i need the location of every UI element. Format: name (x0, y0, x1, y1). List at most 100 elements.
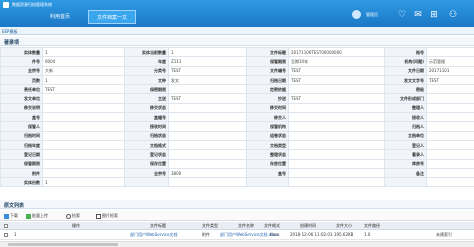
field-value[interactable] (42, 149, 125, 160)
field-value[interactable] (288, 177, 385, 188)
field-label: 移交时间 (246, 102, 289, 114)
user-name[interactable]: 管理员 (366, 12, 378, 18)
col-title: 文件标题 (150, 223, 166, 228)
field-value[interactable] (426, 121, 474, 132)
heart-icon[interactable]: ♡ (396, 9, 408, 21)
select-all-checkbox[interactable] (4, 224, 8, 228)
row-format: docx (270, 232, 280, 237)
field-value[interactable] (168, 149, 247, 160)
field-value[interactable]: 3800 (168, 167, 247, 179)
field-value[interactable]: TEST (426, 74, 474, 86)
field-label: 文件日期 (384, 65, 427, 76)
form-row: 盒号 盒幅号 移交人 接收人 (0, 112, 474, 123)
field-value[interactable] (168, 130, 247, 141)
search-button[interactable]: 检索 (66, 213, 80, 219)
field-label: 归档状态 (124, 130, 169, 141)
field-label: 文件标题 (246, 46, 289, 58)
field-value[interactable] (288, 139, 385, 151)
field-value[interactable]: 1 (42, 177, 125, 188)
field-value[interactable] (426, 112, 474, 123)
field-value[interactable] (288, 112, 385, 123)
field-value[interactable]: 1 (168, 46, 247, 58)
field-value[interactable]: 1 (42, 74, 125, 86)
field-value[interactable]: 1 (42, 46, 125, 58)
field-label: 保管人 (0, 121, 43, 132)
field-value[interactable] (42, 112, 125, 123)
field-value[interactable]: 20171106TEST00000000 (288, 46, 385, 58)
field-value[interactable] (426, 84, 474, 95)
field-value[interactable] (42, 139, 125, 151)
field-value[interactable]: 0004 (42, 56, 125, 67)
field-value[interactable]: TEST (288, 65, 385, 76)
field-value[interactable] (288, 102, 385, 114)
field-value[interactable] (288, 167, 385, 179)
field-value[interactable] (426, 158, 474, 169)
field-label: 登记人 (384, 139, 427, 151)
attachments-title: 原文列表 (4, 203, 25, 209)
horizontal-scrollbar[interactable] (0, 241, 474, 247)
row-size: 195.62KB (334, 232, 354, 237)
field-value[interactable] (42, 93, 125, 104)
scrollbar-thumb[interactable] (8, 243, 118, 246)
row-title-link[interactable]: 部门用户WebService文档 (130, 232, 178, 238)
field-value[interactable] (168, 84, 247, 95)
field-value[interactable] (288, 149, 385, 160)
form-row: 移交说明 移交状态 移交时间 整理人 (0, 102, 474, 114)
field-label: 归档日期 (246, 74, 289, 86)
field-value[interactable] (168, 121, 247, 132)
field-value[interactable] (426, 46, 474, 58)
field-value[interactable] (288, 121, 385, 132)
field-label (124, 177, 169, 188)
field-value[interactable] (426, 130, 474, 141)
row-checkbox[interactable] (4, 233, 8, 237)
row-version: 1.0 (364, 232, 371, 237)
field-value[interactable] (42, 158, 125, 169)
field-value[interactable] (288, 84, 385, 95)
field-value[interactable]: TEST (42, 84, 125, 95)
field-value[interactable] (42, 130, 125, 141)
field-value[interactable] (42, 167, 125, 179)
field-value[interactable] (426, 93, 474, 104)
avatar[interactable] (352, 10, 361, 19)
field-value[interactable]: TEST (288, 93, 385, 104)
field-value[interactable]: TEST (168, 65, 247, 76)
field-value[interactable]: Z111 (168, 56, 247, 67)
field-value[interactable] (426, 149, 474, 160)
field-value[interactable] (42, 121, 125, 132)
field-label: 著录人 (384, 149, 427, 160)
field-value[interactable] (168, 139, 247, 151)
field-label: 分类号 (124, 65, 169, 76)
tab-archive-detail[interactable]: 文件档案一文 (88, 10, 136, 24)
field-value[interactable] (426, 139, 474, 151)
cart-icon[interactable]: ⊞ (428, 9, 440, 21)
field-value[interactable] (168, 112, 247, 123)
tab-home[interactable]: 利用首页 (36, 10, 84, 24)
field-value[interactable] (168, 158, 247, 169)
field-value[interactable]: 至期10年 (288, 56, 385, 67)
field-value[interactable]: 发文 (168, 74, 247, 86)
field-value[interactable]: TEST (288, 74, 385, 86)
image-search-button[interactable]: 图片检索 (96, 213, 118, 219)
field-value[interactable]: TEST (168, 93, 247, 104)
field-value[interactable] (426, 102, 474, 114)
field-value[interactable] (168, 177, 247, 188)
field-value[interactable] (288, 158, 385, 169)
field-value[interactable] (288, 130, 385, 141)
field-value[interactable] (426, 167, 474, 179)
field-value[interactable]: 示范管理 (426, 56, 474, 67)
field-label: 接收人 (384, 112, 427, 123)
envelope-icon[interactable]: ✉ (412, 9, 424, 21)
field-value[interactable]: 大新 (42, 65, 125, 76)
field-value[interactable]: 20171101 (426, 65, 474, 76)
batch-upload-button[interactable]: 批量上传 (26, 213, 48, 219)
download-button[interactable]: 下载 (4, 213, 18, 219)
field-value[interactable] (426, 177, 474, 188)
field-label: 档号 (384, 46, 427, 58)
table-row[interactable]: 1 部门用户WebService文档 附件 部门用户WebService文档.d… (0, 231, 474, 240)
field-label: 主送 (124, 93, 169, 104)
field-label: 发文单位 (0, 93, 43, 104)
field-value[interactable] (168, 102, 247, 114)
field-label: 全宗号 (124, 167, 169, 179)
user-icon[interactable]: ⚇ (447, 9, 459, 21)
field-value[interactable] (42, 102, 125, 114)
